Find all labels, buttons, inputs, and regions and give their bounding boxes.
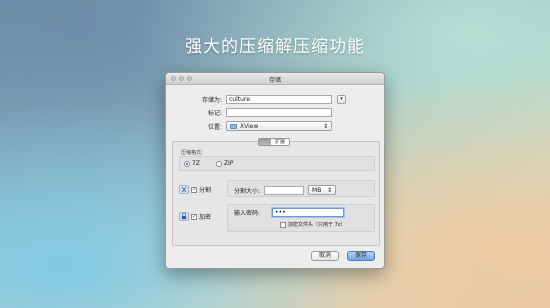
split-unit-select[interactable]: MB ⇕ xyxy=(308,185,337,195)
encrypt-header-checkbox[interactable] xyxy=(280,221,286,228)
encrypt-checkbox[interactable]: ✓ xyxy=(191,213,197,220)
format-group-label: 压缩格式: xyxy=(181,150,203,156)
window-title: 存储 xyxy=(268,77,281,84)
cancel-button[interactable]: 取消 xyxy=(311,251,339,261)
updown-icon: ⇕ xyxy=(322,122,328,130)
split-label: 分割 xyxy=(199,187,212,194)
split-group: 分割大小: MB ⇕ xyxy=(227,180,375,197)
tags-input[interactable] xyxy=(226,108,332,117)
split-checkbox[interactable]: ✓ xyxy=(191,186,197,193)
save-as-label: 存储为: xyxy=(201,97,222,104)
lock-icon xyxy=(179,212,189,221)
folder-icon xyxy=(230,123,237,129)
radio-7z-label: 7Z xyxy=(192,160,200,167)
split-size-label: 分割大小: xyxy=(234,187,261,195)
split-unit-value: MB xyxy=(312,186,322,194)
encrypt-group: 输入密码: ••• 加密文件头（只用于 7z） xyxy=(227,204,375,232)
radio-zip[interactable] xyxy=(215,160,222,167)
password-label: 输入密码: xyxy=(234,210,261,217)
password-input[interactable]: ••• xyxy=(272,208,345,217)
expand-button[interactable]: ▾ xyxy=(337,95,346,104)
options-tab-control: 扩展 xyxy=(258,138,291,146)
location-select[interactable]: XView ⇕ xyxy=(226,121,332,131)
title-bar: 存储 xyxy=(166,73,384,85)
location-value: XView xyxy=(240,122,259,130)
split-size-input[interactable] xyxy=(264,185,305,195)
save-as-input[interactable]: culture xyxy=(226,95,332,104)
options-panel: 压缩格式: 7Z ZIP ✓ 分割 分割大小: MB ⇕ ✓ 加密 输入密码: … xyxy=(172,141,380,246)
encrypt-label: 加密 xyxy=(199,214,212,221)
radio-7z[interactable] xyxy=(184,160,190,167)
encrypt-header-label: 加密文件头（只用于 7z） xyxy=(288,222,346,228)
chevron-down-icon: ▾ xyxy=(340,96,343,102)
format-group: 7Z ZIP xyxy=(179,156,375,171)
tags-label: 标记: xyxy=(207,110,222,117)
page-headline: 强大的压缩解压缩功能 xyxy=(185,37,365,57)
tab-basic[interactable] xyxy=(259,139,271,145)
updown-icon: ⇕ xyxy=(327,186,333,194)
tab-extended[interactable]: 扩展 xyxy=(271,139,289,145)
radio-zip-label: ZIP xyxy=(223,160,234,167)
save-dialog: 存储 存储为: culture ▾ 标记: 位置: XView ⇕ 扩展 压缩格… xyxy=(165,72,385,269)
save-button[interactable]: 保存 xyxy=(347,251,375,261)
scissors-icon xyxy=(179,185,189,194)
location-label: 位置: xyxy=(207,123,222,131)
